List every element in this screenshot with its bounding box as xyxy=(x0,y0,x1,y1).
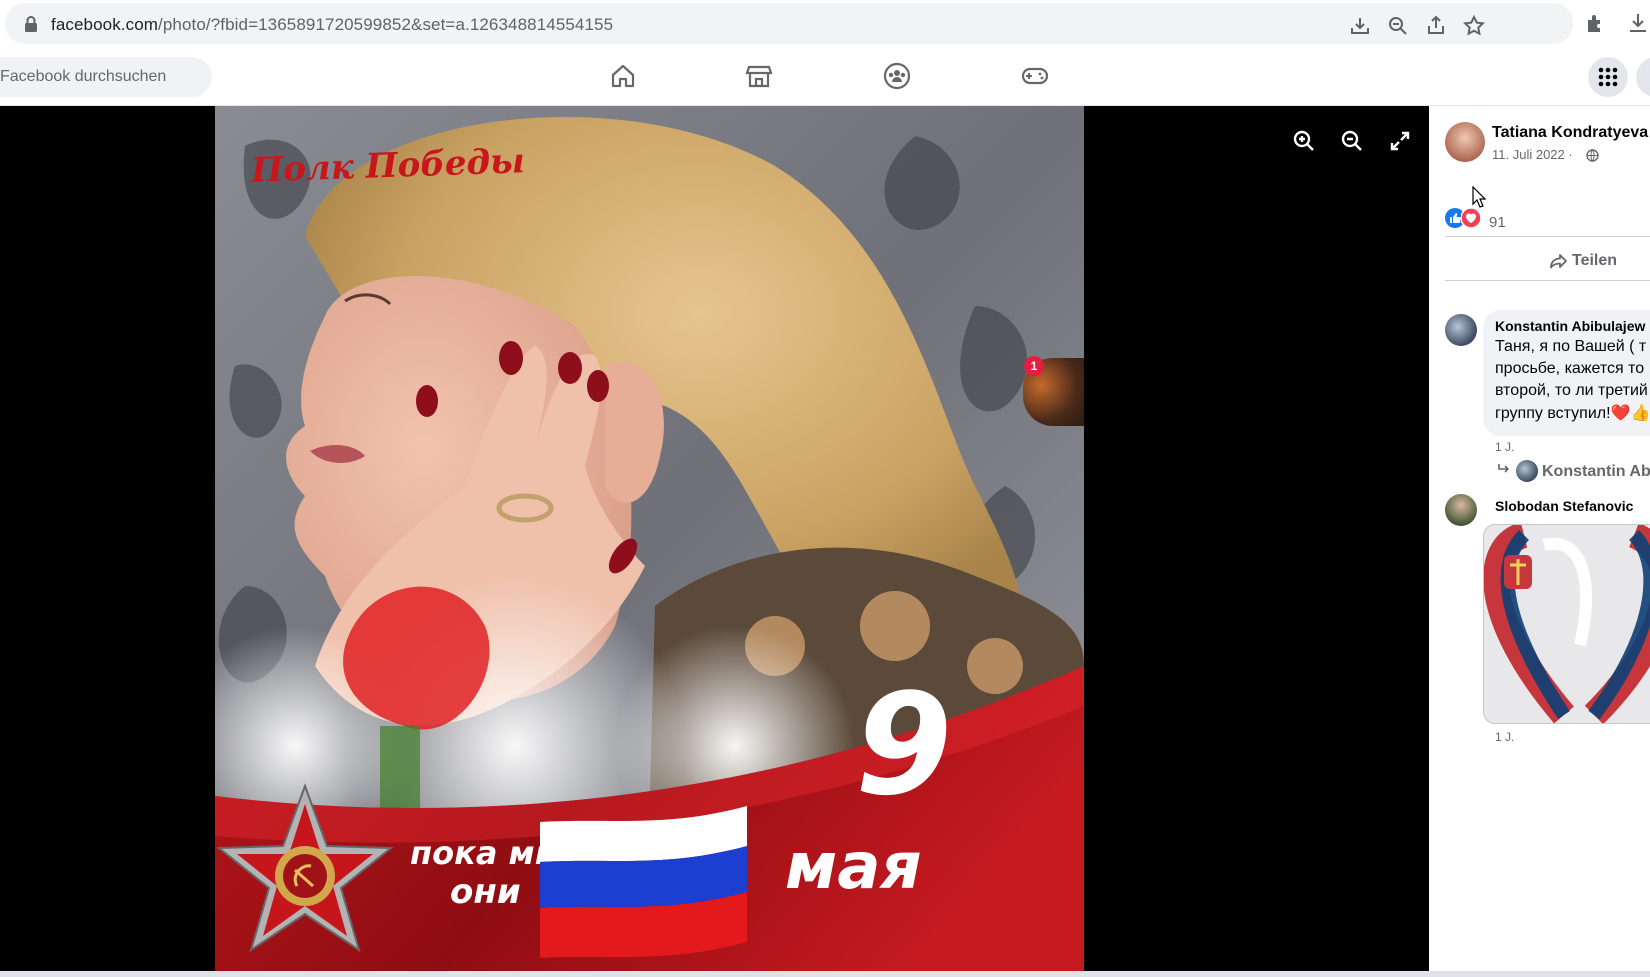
comment-time[interactable]: 1 J. xyxy=(1495,440,1514,454)
divider xyxy=(1445,280,1650,281)
comment-text-line: Таня, я по Вашей ( т xyxy=(1495,338,1647,355)
zoom-out-icon[interactable] xyxy=(1339,128,1365,154)
author-avatar[interactable] xyxy=(1445,122,1485,162)
gaming-icon[interactable] xyxy=(1020,61,1050,91)
bottom-scroll-strip xyxy=(0,971,1650,977)
share-icon xyxy=(1550,254,1567,269)
menu-grid-button[interactable] xyxy=(1588,57,1628,97)
facebook-top-nav: Facebook durchsuchen xyxy=(0,47,1650,106)
search-placeholder: Facebook durchsuchen xyxy=(0,68,167,85)
url-text: facebook.com/photo/?fbid=136589172059985… xyxy=(51,15,614,34)
extensions-icon[interactable] xyxy=(1584,11,1608,35)
love-reaction-icon xyxy=(1461,208,1481,228)
photo-illustration xyxy=(215,106,1084,977)
comment-text-line: второй, то ли третий xyxy=(1495,382,1648,399)
reply-author[interactable]: Konstantin Ab xyxy=(1542,463,1650,481)
photo-image[interactable]: Полк Победы пока мы они 9 мая xyxy=(215,106,1084,977)
reaction-count[interactable]: 91 xyxy=(1489,214,1506,231)
commenter-avatar[interactable] xyxy=(1445,314,1477,346)
date-month: мая xyxy=(785,830,922,904)
comment-author[interactable]: Slobodan Stefanovic xyxy=(1495,498,1633,514)
banner-text-line1: пока мы xyxy=(410,834,540,872)
home-icon[interactable] xyxy=(608,61,638,91)
zoom-in-icon[interactable] xyxy=(1291,128,1317,154)
marketplace-icon[interactable] xyxy=(744,61,774,91)
share-page-icon[interactable] xyxy=(1424,14,1448,38)
banner-text-line2: они xyxy=(450,872,521,912)
notification-badge: 1 xyxy=(1024,356,1044,376)
download-icon[interactable] xyxy=(1626,11,1650,35)
comment-bubble: Konstantin Abibulajew Таня, я по Вашей (… xyxy=(1483,310,1650,436)
comment-author[interactable]: Konstantin Abibulajew xyxy=(1495,318,1645,334)
globe-icon xyxy=(1586,149,1599,162)
reply-avatar[interactable] xyxy=(1516,460,1538,482)
share-button[interactable]: Teilen xyxy=(1572,252,1617,270)
post-author[interactable]: Tatiana Kondratyeva xyxy=(1492,124,1648,142)
comment-time[interactable]: 1 J. xyxy=(1495,730,1514,744)
groups-icon[interactable] xyxy=(882,61,912,91)
grid-icon xyxy=(1598,67,1618,87)
url-field[interactable]: facebook.com/photo/?fbid=136589172059985… xyxy=(5,3,1573,44)
zoom-icon[interactable] xyxy=(1386,14,1410,38)
bookmark-star-icon[interactable] xyxy=(1462,14,1486,38)
flag-graphic xyxy=(540,806,747,958)
post-date[interactable]: 11. Juli 2022 · xyxy=(1492,147,1573,162)
reply-arrow-icon xyxy=(1498,464,1510,473)
comment-image[interactable] xyxy=(1483,524,1650,724)
lock-icon xyxy=(25,16,37,32)
post-side-panel: Tatiana Kondratyeva 11. Juli 2022 · 91 T… xyxy=(1429,106,1650,977)
comment-text-line: просьбе, кажется то xyxy=(1495,360,1645,377)
browser-address-bar: facebook.com/photo/?fbid=136589172059985… xyxy=(0,0,1650,47)
comment-text-line: группу вступил!❤️👍 xyxy=(1495,405,1650,422)
install-icon[interactable] xyxy=(1348,14,1372,38)
messenger-button[interactable] xyxy=(1636,57,1650,97)
date-number: 9 xyxy=(855,664,953,827)
fullscreen-icon[interactable] xyxy=(1387,128,1413,154)
divider xyxy=(1445,236,1650,237)
serbian-heart-icon xyxy=(1484,525,1650,723)
commenter-avatar[interactable] xyxy=(1445,494,1477,526)
search-input[interactable]: Facebook durchsuchen xyxy=(0,57,212,97)
photo-viewer: Полк Победы пока мы они 9 мая 1 xyxy=(0,106,1429,977)
mouse-cursor-icon xyxy=(1472,186,1486,208)
